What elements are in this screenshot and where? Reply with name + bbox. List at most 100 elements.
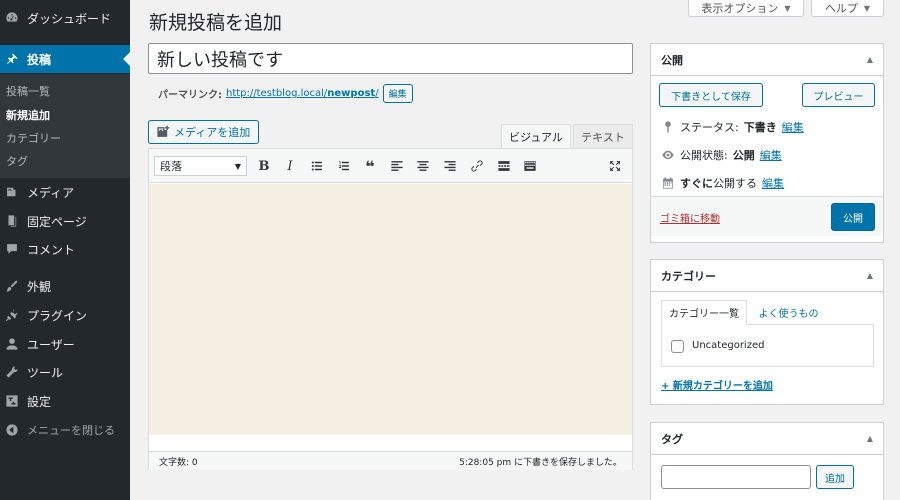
menu-appearance-label: 外観	[27, 279, 52, 294]
help-button[interactable]: ヘルプ ▼	[811, 0, 884, 17]
menu-settings-label: 設定	[27, 394, 52, 409]
word-count: 文字数: 0	[159, 457, 198, 468]
add-tag-button[interactable]: 追加	[816, 465, 854, 489]
menu-comments-label: コメント	[27, 242, 76, 257]
tag-input[interactable]	[661, 465, 811, 489]
screen-options-label: 表示オプション	[701, 2, 779, 15]
format-select[interactable]: 段落 ▼	[154, 156, 247, 176]
move-to-trash-link[interactable]: ゴミ箱に移動	[660, 210, 720, 225]
tab-popular-categories[interactable]: よく使うもの	[751, 300, 826, 325]
caret-down-icon: ▼	[784, 3, 791, 13]
submenu-all-posts[interactable]: 投稿一覧	[6, 83, 50, 99]
screen-options-button[interactable]: 表示オプション ▼	[688, 0, 804, 17]
permalink-slug: newpost	[327, 88, 376, 99]
fullscreen-icon[interactable]	[606, 157, 624, 175]
schedule-row: すぐに公開する 編集	[661, 175, 784, 191]
menu-posts[interactable]: 投稿	[0, 45, 130, 73]
menu-appearance[interactable]: 外観	[0, 272, 130, 300]
bold-icon[interactable]: B	[255, 157, 273, 175]
italic-icon[interactable]: I	[281, 157, 299, 175]
menu-pages[interactable]: 固定ページ	[0, 207, 130, 235]
menu-tools-label: ツール	[27, 365, 64, 380]
preview-button[interactable]: プレビュー	[802, 83, 875, 107]
category-label[interactable]: Uncategorized	[692, 340, 764, 351]
publish-actions: ゴミ箱に移動 公開	[651, 196, 883, 236]
permalink-prefix: http://testblog.local/	[226, 88, 328, 99]
menu-plugins[interactable]: プラグイン	[0, 301, 130, 329]
publish-panel: 公開 ▲ 下書きとして保存 プレビュー ステータス: 下書き 編集 公開状態: …	[650, 43, 884, 243]
page-title: 新規投稿を追加	[149, 12, 283, 34]
menu-users-label: ユーザー	[27, 337, 75, 352]
collapse-menu-label: メニューを閉じる	[27, 424, 115, 437]
save-draft-button[interactable]: 下書きとして保存	[659, 83, 763, 107]
tab-visual[interactable]: ビジュアル	[501, 124, 571, 148]
align-right-icon[interactable]	[441, 157, 459, 175]
edit-schedule-link[interactable]: 編集	[762, 175, 784, 191]
menu-media-label: メディア	[27, 185, 75, 200]
schedule-text: すぐに公開する	[680, 175, 757, 191]
status-row: ステータス: 下書き 編集	[661, 119, 804, 135]
align-center-icon[interactable]	[414, 157, 432, 175]
dashboard-icon	[5, 11, 19, 25]
visibility-label: 公開状態:	[680, 149, 728, 162]
category-list: Uncategorized	[661, 324, 874, 367]
format-select-value: 段落	[160, 160, 182, 173]
edit-visibility-link[interactable]: 編集	[760, 147, 782, 163]
bullet-list-icon[interactable]	[308, 157, 326, 175]
menu-dashboard[interactable]: ダッシュボード	[0, 4, 130, 32]
caret-down-icon: ▼	[234, 161, 241, 171]
tab-all-categories[interactable]: カテゴリー一覧	[661, 300, 747, 325]
add-new-category-link[interactable]: + 新規カテゴリーを追加	[661, 377, 773, 392]
tags-panel-header[interactable]: タグ ▲	[651, 423, 883, 455]
collapse-toggle-icon[interactable]: ▲	[867, 434, 873, 443]
plugin-icon	[5, 308, 19, 322]
add-media-button[interactable]: メディアを追加	[148, 120, 259, 144]
menu-comments[interactable]: コメント	[0, 235, 130, 263]
wrench-icon	[5, 365, 19, 379]
tags-panel: タグ ▲ 追加	[650, 422, 884, 500]
submenu-categories[interactable]: カテゴリー	[6, 130, 61, 146]
edit-status-link[interactable]: 編集	[782, 119, 804, 135]
editor-status-bar: 文字数: 0 5:28:05 pm に下書きを保存しました。	[149, 451, 632, 470]
publish-panel-title: 公開	[661, 53, 683, 67]
help-label: ヘルプ	[824, 2, 858, 15]
align-left-icon[interactable]	[388, 157, 406, 175]
toolbar-toggle-icon[interactable]	[521, 157, 539, 175]
menu-users[interactable]: ユーザー	[0, 330, 130, 358]
tab-text[interactable]: テキスト	[573, 124, 633, 148]
permalink-suffix: /	[375, 88, 379, 99]
menu-dashboard-label: ダッシュボード	[27, 11, 112, 26]
collapse-menu-button[interactable]: メニューを閉じる	[0, 416, 130, 444]
collapse-toggle-icon[interactable]: ▲	[867, 271, 873, 280]
menu-media[interactable]: メディア	[0, 178, 130, 206]
submenu-tags[interactable]: タグ	[6, 153, 28, 169]
publish-panel-header[interactable]: 公開 ▲	[651, 44, 883, 76]
user-icon	[5, 337, 19, 351]
schedule-bold: すぐに	[680, 177, 713, 190]
menu-plugins-label: プラグイン	[27, 308, 88, 323]
categories-panel-header[interactable]: カテゴリー ▲	[651, 260, 883, 292]
brush-icon	[5, 279, 19, 293]
calendar-icon	[663, 177, 673, 189]
menu-settings[interactable]: 設定	[0, 387, 130, 415]
permalink-url[interactable]: http://testblog.local/newpost/	[226, 88, 379, 99]
post-title-input[interactable]	[148, 43, 633, 74]
collapse-toggle-icon[interactable]: ▲	[867, 55, 873, 64]
read-more-icon[interactable]	[495, 157, 513, 175]
visibility-value: 公開	[732, 149, 755, 162]
caret-down-icon: ▼	[863, 3, 871, 13]
permalink-row: パーマリンク: http://testblog.local/newpost/ 編…	[158, 84, 413, 103]
blockquote-icon[interactable]: ❝	[361, 157, 379, 176]
add-media-icon	[157, 125, 170, 137]
category-checkbox[interactable]	[671, 340, 684, 353]
categories-panel: カテゴリー ▲ カテゴリー一覧 よく使うもの Uncategorized + 新…	[650, 259, 884, 405]
link-icon[interactable]	[468, 157, 486, 175]
editor-content-area[interactable]	[149, 184, 632, 435]
publish-button[interactable]: 公開	[831, 203, 875, 231]
submenu-add-new[interactable]: 新規追加	[6, 107, 50, 123]
post-editor: 段落 ▼ B I ❝ 文字数: 0 5:28:05 pm に下書きを保存しました…	[148, 148, 633, 470]
menu-tools[interactable]: ツール	[0, 358, 130, 386]
edit-permalink-button[interactable]: 編集	[382, 84, 413, 103]
numbered-list-icon[interactable]	[335, 157, 353, 175]
collapse-icon	[5, 423, 19, 437]
